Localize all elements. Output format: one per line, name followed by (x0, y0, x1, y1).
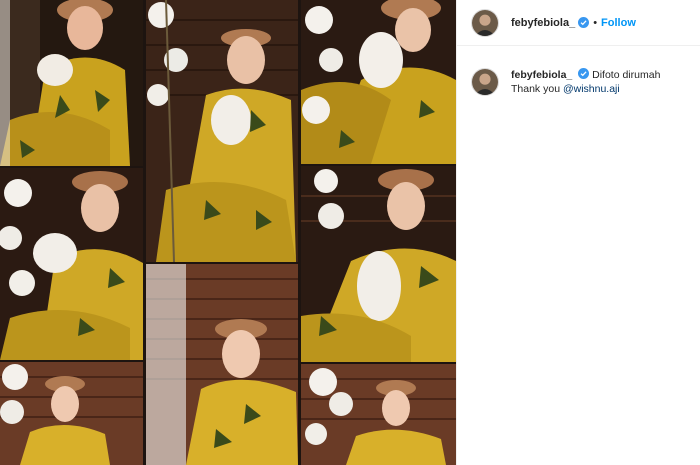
caption-avatar[interactable] (471, 68, 499, 96)
caption-username[interactable]: febyfebiola_ (511, 69, 572, 81)
mention-link[interactable]: @wishnu.aji (563, 83, 620, 95)
caption-comment: febyfebiola_ Difoto dirumah Thank you @w… (457, 46, 700, 96)
photo-tile-2 (146, 0, 298, 262)
photo-tile-1 (0, 0, 143, 166)
photo-tile-5 (301, 166, 456, 362)
photo-tile-7 (0, 362, 143, 465)
caption-text: Difoto dirumah (592, 69, 661, 81)
photo-tile-6 (146, 264, 298, 465)
photo-tile-3 (301, 0, 456, 164)
post-photo[interactable] (0, 0, 456, 465)
photo-tile-4 (0, 168, 143, 360)
verified-badge-icon (578, 68, 590, 79)
separator-dot: • (593, 16, 598, 29)
post-sidebar: febyfebiola_ • Follow febyfebiola_ Difot… (456, 0, 700, 465)
avatar[interactable] (471, 8, 499, 37)
follow-button[interactable]: Follow (601, 17, 636, 29)
verified-badge-icon (578, 17, 590, 28)
header-username[interactable]: febyfebiola_ (511, 17, 575, 29)
photo-tile-8 (301, 364, 456, 465)
post-header: febyfebiola_ • Follow (457, 0, 700, 46)
caption-thanks: Thank you (511, 83, 561, 95)
caption-body: febyfebiola_ Difoto dirumah Thank you @w… (511, 68, 660, 96)
